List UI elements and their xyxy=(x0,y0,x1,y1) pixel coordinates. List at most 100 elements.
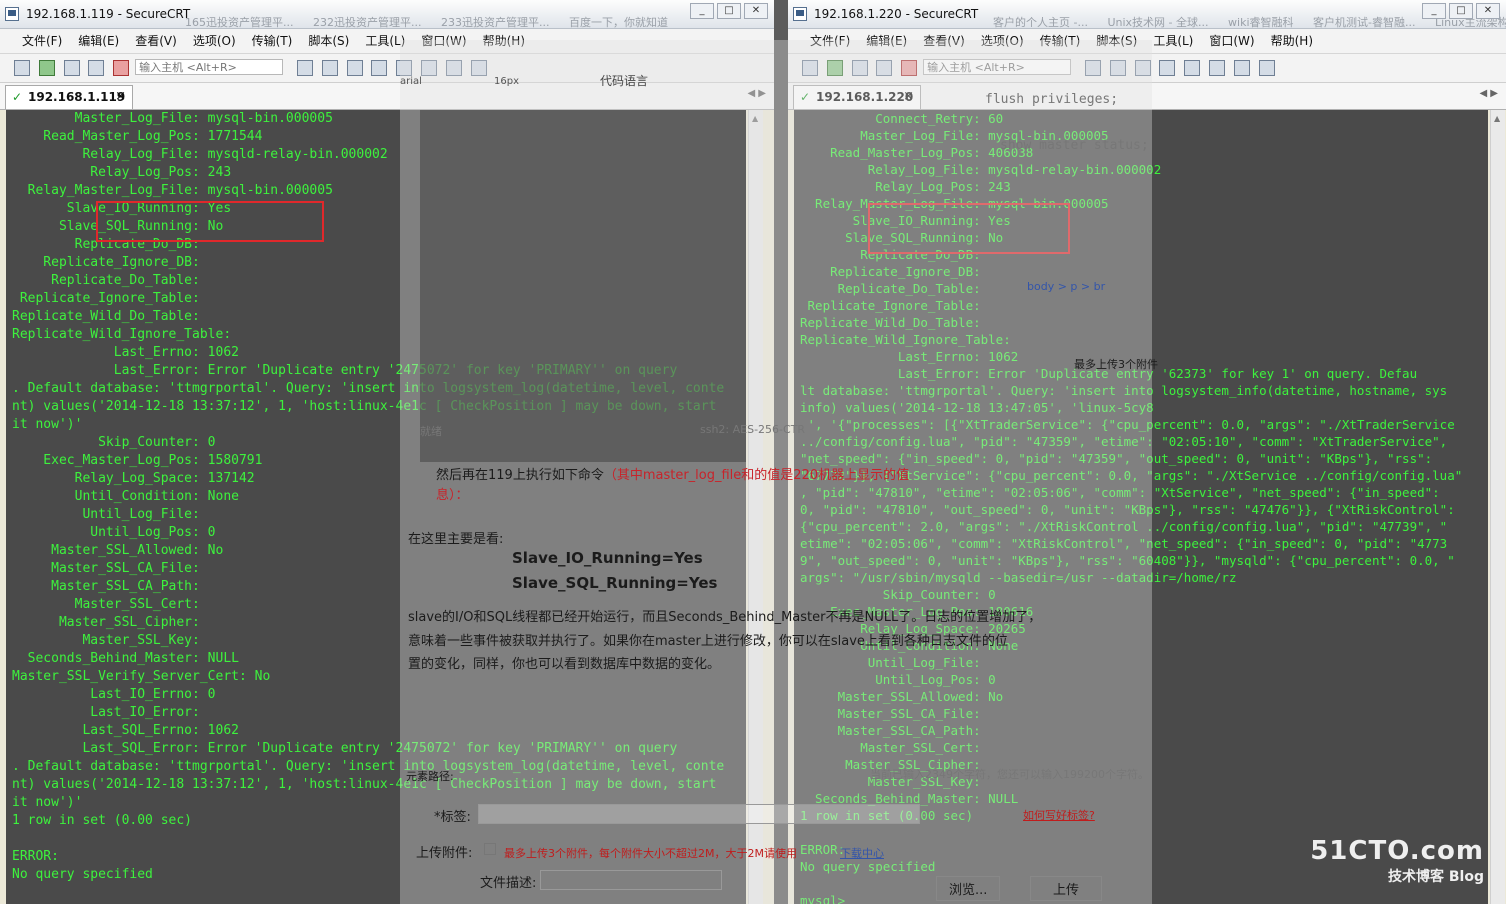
connect-tab-icon[interactable] xyxy=(63,60,80,76)
minimize-icon[interactable]: _ xyxy=(1422,3,1446,19)
terminal-line: mysql> xyxy=(800,893,846,904)
terminal-output[interactable]: Master_Log_File: mysql-bin.000005 Read_M… xyxy=(6,110,746,904)
menu-help[interactable]: 帮助(H) xyxy=(1263,29,1321,53)
tab-scroll-arrows-icon[interactable]: ◀ ▶ xyxy=(1479,88,1498,99)
securecrt-window-right: 192.168.1.220 - SecureCRT 客户的个人主页 -... U… xyxy=(788,0,1506,904)
close-tab-icon[interactable]: × xyxy=(115,89,126,104)
settings-icon[interactable] xyxy=(396,60,413,76)
connect-tab-icon[interactable] xyxy=(851,60,868,76)
host-input[interactable]: 输入主机 <Alt+R> xyxy=(135,59,284,75)
find-icon[interactable] xyxy=(1134,60,1151,76)
paste-icon[interactable] xyxy=(321,60,338,76)
terminal-line: Skip_Counter: 0 xyxy=(800,587,996,602)
browser-tab[interactable]: 165迅投资产管理平... xyxy=(185,16,294,28)
terminal-line: Replicate_Do_DB: xyxy=(12,237,208,252)
menu-window[interactable]: 窗口(W) xyxy=(1201,29,1262,53)
menu-view[interactable]: 查看(V) xyxy=(127,29,185,53)
find-icon[interactable] xyxy=(346,60,363,76)
reconnect-icon[interactable] xyxy=(88,60,105,76)
menu-transfer[interactable]: 传输(T) xyxy=(1032,29,1089,53)
browser-tab[interactable]: 232迅投资产管理平... xyxy=(313,16,422,28)
browser-tab[interactable]: Unix技术网 - 全球... xyxy=(1107,16,1208,28)
terminal-line: Until_Log_Pos: 0 xyxy=(800,672,996,687)
reconnect-icon[interactable] xyxy=(876,60,893,76)
menu-tools[interactable]: 工具(L) xyxy=(357,29,413,53)
terminal-line: Until_Log_Pos: 0 xyxy=(12,525,216,540)
terminal-line: 1 row in set (0.00 sec) xyxy=(800,808,974,823)
menu-file[interactable]: 文件(F) xyxy=(14,29,70,53)
browser-tab[interactable]: 233迅投资产管理平... xyxy=(441,16,550,28)
browser-tab[interactable]: 客户机测试-睿智融... xyxy=(1313,16,1415,28)
connect-icon[interactable] xyxy=(14,60,30,76)
close-tab-icon[interactable]: × xyxy=(903,89,914,104)
keymap-icon[interactable] xyxy=(421,60,438,76)
print-icon[interactable] xyxy=(371,60,388,76)
securecrt-app-icon xyxy=(793,7,807,21)
connect-icon[interactable] xyxy=(802,60,818,76)
menu-script[interactable]: 脚本(S) xyxy=(300,29,357,53)
menu-script[interactable]: 脚本(S) xyxy=(1088,29,1145,53)
connected-check-icon: ✓ xyxy=(800,90,811,104)
terminal-line: it now')' xyxy=(12,417,83,432)
menu-transfer[interactable]: 传输(T) xyxy=(244,29,301,53)
close-icon[interactable]: ✕ xyxy=(744,3,768,19)
disconnect-icon[interactable] xyxy=(113,60,130,76)
help-icon[interactable] xyxy=(1258,60,1275,76)
vertical-scrollbar[interactable]: ▲ xyxy=(1490,110,1505,904)
terminal-line: Master_Log_File: mysql-bin.000005 xyxy=(800,128,1109,143)
maximize-icon[interactable]: □ xyxy=(717,3,741,19)
host-input[interactable]: 输入主机 <Alt+R> xyxy=(923,59,1072,75)
watermark-blog: Blog xyxy=(1448,869,1484,885)
help-icon[interactable] xyxy=(470,60,487,76)
browser-tab[interactable]: 客户的个人主页 -... xyxy=(993,16,1088,28)
menu-help[interactable]: 帮助(H) xyxy=(475,29,533,53)
scroll-up-icon[interactable]: ▲ xyxy=(752,114,758,123)
menu-options[interactable]: 选项(O) xyxy=(185,29,244,53)
menu-options[interactable]: 选项(O) xyxy=(973,29,1032,53)
sftp-icon[interactable] xyxy=(445,60,462,76)
session-tab[interactable]: ✓ 192.168.1.119 × xyxy=(5,85,133,109)
disconnect-icon[interactable] xyxy=(901,60,918,76)
browser-tab[interactable]: wiki睿智融科 xyxy=(1228,16,1293,28)
quick-connect-icon[interactable] xyxy=(826,60,843,76)
menu-file[interactable]: 文件(F) xyxy=(802,29,858,53)
terminal-line: Until_Condition: None xyxy=(12,489,239,504)
menu-edit[interactable]: 编辑(E) xyxy=(70,29,127,53)
terminal-line: Read_Master_Log_Pos: 406038 xyxy=(800,145,1034,160)
terminal-line: Last_Errno: 1062 xyxy=(12,345,239,360)
quick-connect-icon[interactable] xyxy=(38,60,55,76)
copy-icon[interactable] xyxy=(296,60,313,76)
terminal-line: . Default database: 'ttmgrportal'. Query… xyxy=(12,381,725,396)
paste-icon[interactable] xyxy=(1109,60,1126,76)
terminal-line: Replicate_Ignore_DB: xyxy=(800,264,989,279)
terminal-line: Last_IO_Error: xyxy=(12,705,208,720)
session-tab[interactable]: ✓ 192.168.1.220 × xyxy=(793,85,921,109)
browser-tab[interactable]: 百度一下，你就知道 xyxy=(569,16,668,28)
keymap-icon[interactable] xyxy=(1209,60,1226,76)
maximize-icon[interactable]: □ xyxy=(1449,3,1473,19)
terminal-line: Master_SSL_Allowed: No xyxy=(800,689,1004,704)
terminal-output[interactable]: Connect_Retry: 60 Master_Log_File: mysql… xyxy=(794,110,1488,904)
sftp-icon[interactable] xyxy=(1233,60,1250,76)
copy-icon[interactable] xyxy=(1084,60,1101,76)
terminal-line: Skip_Counter: 0 xyxy=(12,435,216,450)
print-icon[interactable] xyxy=(1159,60,1176,76)
tab-scroll-arrows-icon[interactable]: ◀ ▶ xyxy=(747,88,766,99)
terminal-line: "net_speed": {"in_speed": 0, "pid": "473… xyxy=(800,451,1433,466)
vertical-scrollbar[interactable]: ▲ xyxy=(748,110,763,904)
title-bar: 192.168.1.119 - SecureCRT 165迅投资产管理平... … xyxy=(0,0,774,29)
settings-icon[interactable] xyxy=(1184,60,1201,76)
menu-view[interactable]: 查看(V) xyxy=(915,29,973,53)
close-icon[interactable]: ✕ xyxy=(1476,3,1500,19)
terminal-line: Slave_SQL_Running: No xyxy=(800,230,1004,245)
session-tab-label: 192.168.1.220 xyxy=(816,90,914,104)
menu-window[interactable]: 窗口(W) xyxy=(413,29,474,53)
terminal-line: Exec_Master_Log_Pos: 180616 xyxy=(800,604,1034,619)
terminal-line: it now')' xyxy=(12,795,83,810)
terminal-line: {"cpu_percent": 2.0, "args": "./XtRiskCo… xyxy=(800,519,1448,534)
terminal-line: Slave_IO_Running: Yes xyxy=(800,213,1011,228)
menu-tools[interactable]: 工具(L) xyxy=(1145,29,1201,53)
scroll-up-icon[interactable]: ▲ xyxy=(1494,114,1500,123)
menu-edit[interactable]: 编辑(E) xyxy=(858,29,915,53)
minimize-icon[interactable]: _ xyxy=(690,3,714,19)
